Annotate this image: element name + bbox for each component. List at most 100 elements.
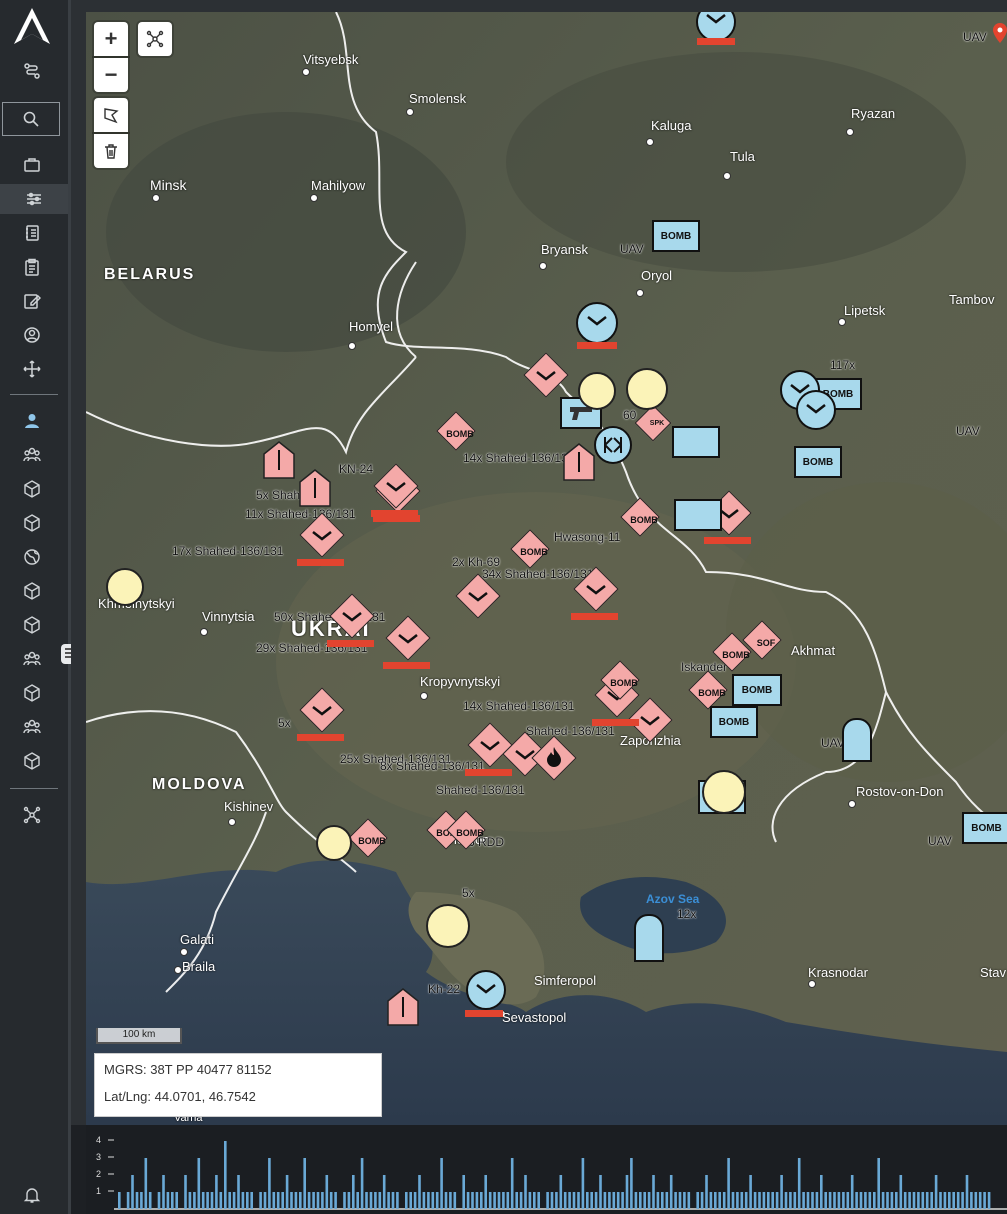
timeline-bar[interactable] [272, 1192, 276, 1209]
hostile-bomb-symbol[interactable]: BOMB [348, 818, 388, 858]
event-timeline[interactable]: 4 3 2 1 [86, 1125, 1007, 1214]
hostile-bomb-symbol[interactable]: BOMB [620, 497, 660, 537]
timeline-bar[interactable] [714, 1192, 717, 1209]
map-view[interactable]: BELARUS UKRAI MOLDOVA Azov Sea Vitsyebsk… [86, 12, 1007, 1125]
hostile-uav-symbol[interactable] [371, 463, 419, 517]
timeline-bar[interactable] [475, 1192, 479, 1209]
hostile-bomb-symbol[interactable]: BOMB [446, 810, 486, 850]
timeline-bar[interactable] [722, 1192, 726, 1209]
timeline-bar[interactable] [568, 1192, 571, 1209]
timeline-bar[interactable] [533, 1192, 536, 1209]
cube-icon[interactable] [10, 508, 54, 538]
hostile-uav-symbol[interactable] [383, 615, 431, 669]
timeline-bar[interactable] [563, 1192, 567, 1209]
timeline-bar[interactable] [767, 1192, 770, 1209]
timeline-bar[interactable] [590, 1192, 593, 1209]
explosion-symbol[interactable] [316, 825, 352, 861]
timeline-bar[interactable] [727, 1158, 730, 1209]
timeline-bar[interactable] [281, 1192, 284, 1209]
notebook-icon[interactable] [10, 218, 54, 248]
timeline-bar[interactable] [678, 1192, 682, 1209]
timeline-bar[interactable] [912, 1192, 916, 1209]
timeline-bar[interactable] [616, 1192, 620, 1209]
timeline-bar[interactable] [868, 1192, 872, 1209]
timeline-bar[interactable] [131, 1175, 134, 1209]
timeline-bar[interactable] [625, 1175, 629, 1209]
timeline-bar[interactable] [890, 1192, 894, 1209]
timeline-bar[interactable] [135, 1192, 139, 1209]
timeline-bar[interactable] [232, 1192, 236, 1209]
timeline-bar[interactable] [594, 1192, 598, 1209]
timeline-bar[interactable] [184, 1175, 187, 1209]
timeline-bar[interactable] [639, 1192, 642, 1209]
timeline-bar[interactable] [427, 1192, 430, 1209]
group-icon[interactable] [10, 440, 54, 470]
timeline-bar[interactable] [148, 1192, 152, 1209]
timeline-bar[interactable] [886, 1192, 889, 1209]
timeline-bar[interactable] [391, 1192, 395, 1209]
hostile-bomb-symbol[interactable]: BOMB [436, 411, 476, 451]
timeline-bar[interactable] [175, 1192, 178, 1209]
route-icon[interactable] [10, 56, 54, 86]
hostile-bomb-symbol[interactable]: BOMB [712, 632, 752, 672]
timeline-bar[interactable] [405, 1192, 408, 1209]
timeline-bar[interactable] [771, 1192, 774, 1209]
hostile-bomb-symbol[interactable]: BOMB [600, 660, 640, 700]
timeline-bar[interactable] [731, 1192, 735, 1209]
timeline-bar[interactable] [784, 1192, 788, 1209]
timeline-bar[interactable] [502, 1192, 505, 1209]
explosion-symbol[interactable] [106, 568, 144, 606]
timeline-bar[interactable] [758, 1192, 761, 1209]
timeline-bar[interactable] [197, 1158, 201, 1209]
timeline-bar[interactable] [925, 1192, 929, 1209]
timeline-bar[interactable] [881, 1192, 885, 1209]
friendly-air-symbol[interactable] [576, 302, 618, 344]
location-pin-icon[interactable] [992, 22, 1007, 44]
bomb-symbol[interactable]: BOMB [794, 446, 842, 478]
timeline-bar[interactable] [246, 1192, 249, 1209]
timeline-bar[interactable] [820, 1175, 823, 1209]
timeline-bar[interactable] [480, 1192, 483, 1209]
explosion-symbol[interactable] [578, 372, 616, 410]
timeline-bar[interactable] [740, 1192, 744, 1209]
friendly-missile-symbol[interactable] [842, 718, 872, 762]
timeline-bar[interactable] [224, 1141, 227, 1209]
group-icon[interactable] [10, 644, 54, 674]
timeline-bar[interactable] [546, 1192, 549, 1209]
timeline-bar[interactable] [378, 1192, 382, 1209]
timeline-bar[interactable] [603, 1192, 607, 1209]
cube-icon[interactable] [10, 610, 54, 640]
timeline-bar[interactable] [497, 1192, 501, 1209]
timeline-histogram[interactable] [86, 1125, 1007, 1214]
search-icon[interactable] [2, 102, 60, 136]
timeline-bar[interactable] [360, 1158, 364, 1209]
timeline-bar[interactable] [334, 1192, 337, 1209]
timeline-bar[interactable] [917, 1192, 920, 1209]
group-icon[interactable] [10, 712, 54, 742]
missile-symbol[interactable] [262, 440, 296, 480]
timeline-bar[interactable] [700, 1192, 704, 1209]
timeline-bar[interactable] [661, 1192, 664, 1209]
timeline-bar[interactable] [850, 1175, 854, 1209]
move-icon[interactable] [10, 354, 54, 384]
timeline-bar[interactable] [374, 1192, 377, 1209]
timeline-bar[interactable] [263, 1192, 267, 1209]
timeline-bar[interactable] [144, 1158, 148, 1209]
timeline-bar[interactable] [241, 1192, 245, 1209]
timeline-bar[interactable] [877, 1158, 880, 1209]
timeline-bar[interactable] [409, 1192, 412, 1209]
user-circle-icon[interactable] [10, 320, 54, 350]
timeline-bar[interactable] [824, 1192, 827, 1209]
timeline-bar[interactable] [846, 1192, 850, 1209]
timeline-bar[interactable] [444, 1192, 448, 1209]
timeline-bar[interactable] [228, 1192, 231, 1209]
timeline-bar[interactable] [939, 1192, 942, 1209]
timeline-bar[interactable] [797, 1158, 801, 1209]
bell-icon[interactable] [10, 1180, 54, 1210]
zoom-in-button[interactable]: + [94, 22, 128, 56]
timeline-bar[interactable] [188, 1192, 192, 1209]
hostile-uav-symbol[interactable] [523, 352, 569, 398]
hostile-uav-symbol[interactable] [571, 566, 619, 620]
timeline-bar[interactable] [815, 1192, 819, 1209]
hostile-uav-symbol[interactable] [297, 687, 345, 741]
